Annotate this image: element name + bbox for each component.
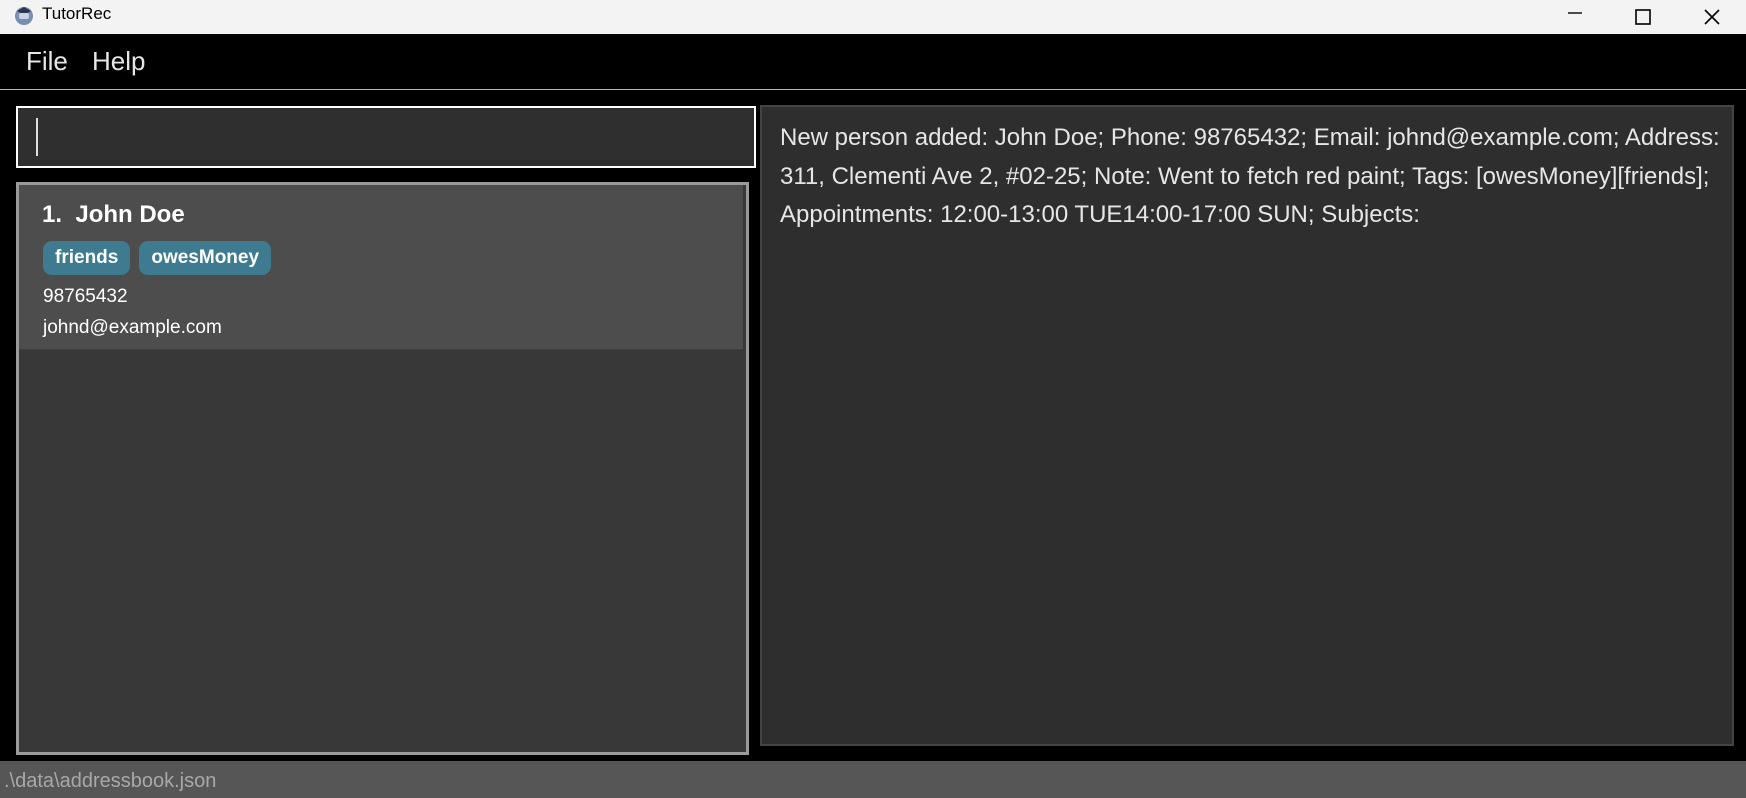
person-email: johnd@example.com (43, 317, 222, 338)
person-list-panel[interactable]: 1. John Doe friends owesMoney 98765432 j… (16, 182, 749, 755)
person-name: 1. John Doe (42, 201, 185, 228)
status-bar: .\data\addressbook.json (0, 761, 1746, 798)
command-box[interactable] (16, 106, 756, 168)
app-logo-icon (15, 7, 33, 25)
window-title: TutorRec (42, 4, 112, 23)
title-bar: TutorRec (0, 0, 1746, 34)
result-display[interactable]: New person added: John Doe; Phone: 98765… (760, 105, 1734, 746)
save-location-path: .\data\addressbook.json (4, 770, 217, 792)
person-phone: 98765432 (43, 286, 128, 307)
result-text: New person added: John Doe; Phone: 98765… (780, 124, 1720, 228)
minimize-button[interactable] (1540, 0, 1610, 34)
menu-file[interactable]: File (26, 46, 68, 76)
tag-owesmoney: owesMoney (139, 241, 272, 275)
close-button[interactable] (1677, 0, 1746, 34)
person-card[interactable]: 1. John Doe friends owesMoney 98765432 j… (19, 185, 743, 350)
maximize-icon (1635, 9, 1651, 25)
tag-list: friends owesMoney (43, 241, 272, 275)
menu-help[interactable]: Help (92, 46, 145, 76)
tag-friends: friends (43, 241, 131, 275)
command-input[interactable] (40, 116, 744, 160)
menu-bar: File Help (0, 34, 1746, 90)
maximize-button[interactable] (1608, 0, 1678, 34)
close-icon (1704, 9, 1720, 25)
minimize-icon (1568, 12, 1582, 14)
text-caret (36, 118, 38, 156)
